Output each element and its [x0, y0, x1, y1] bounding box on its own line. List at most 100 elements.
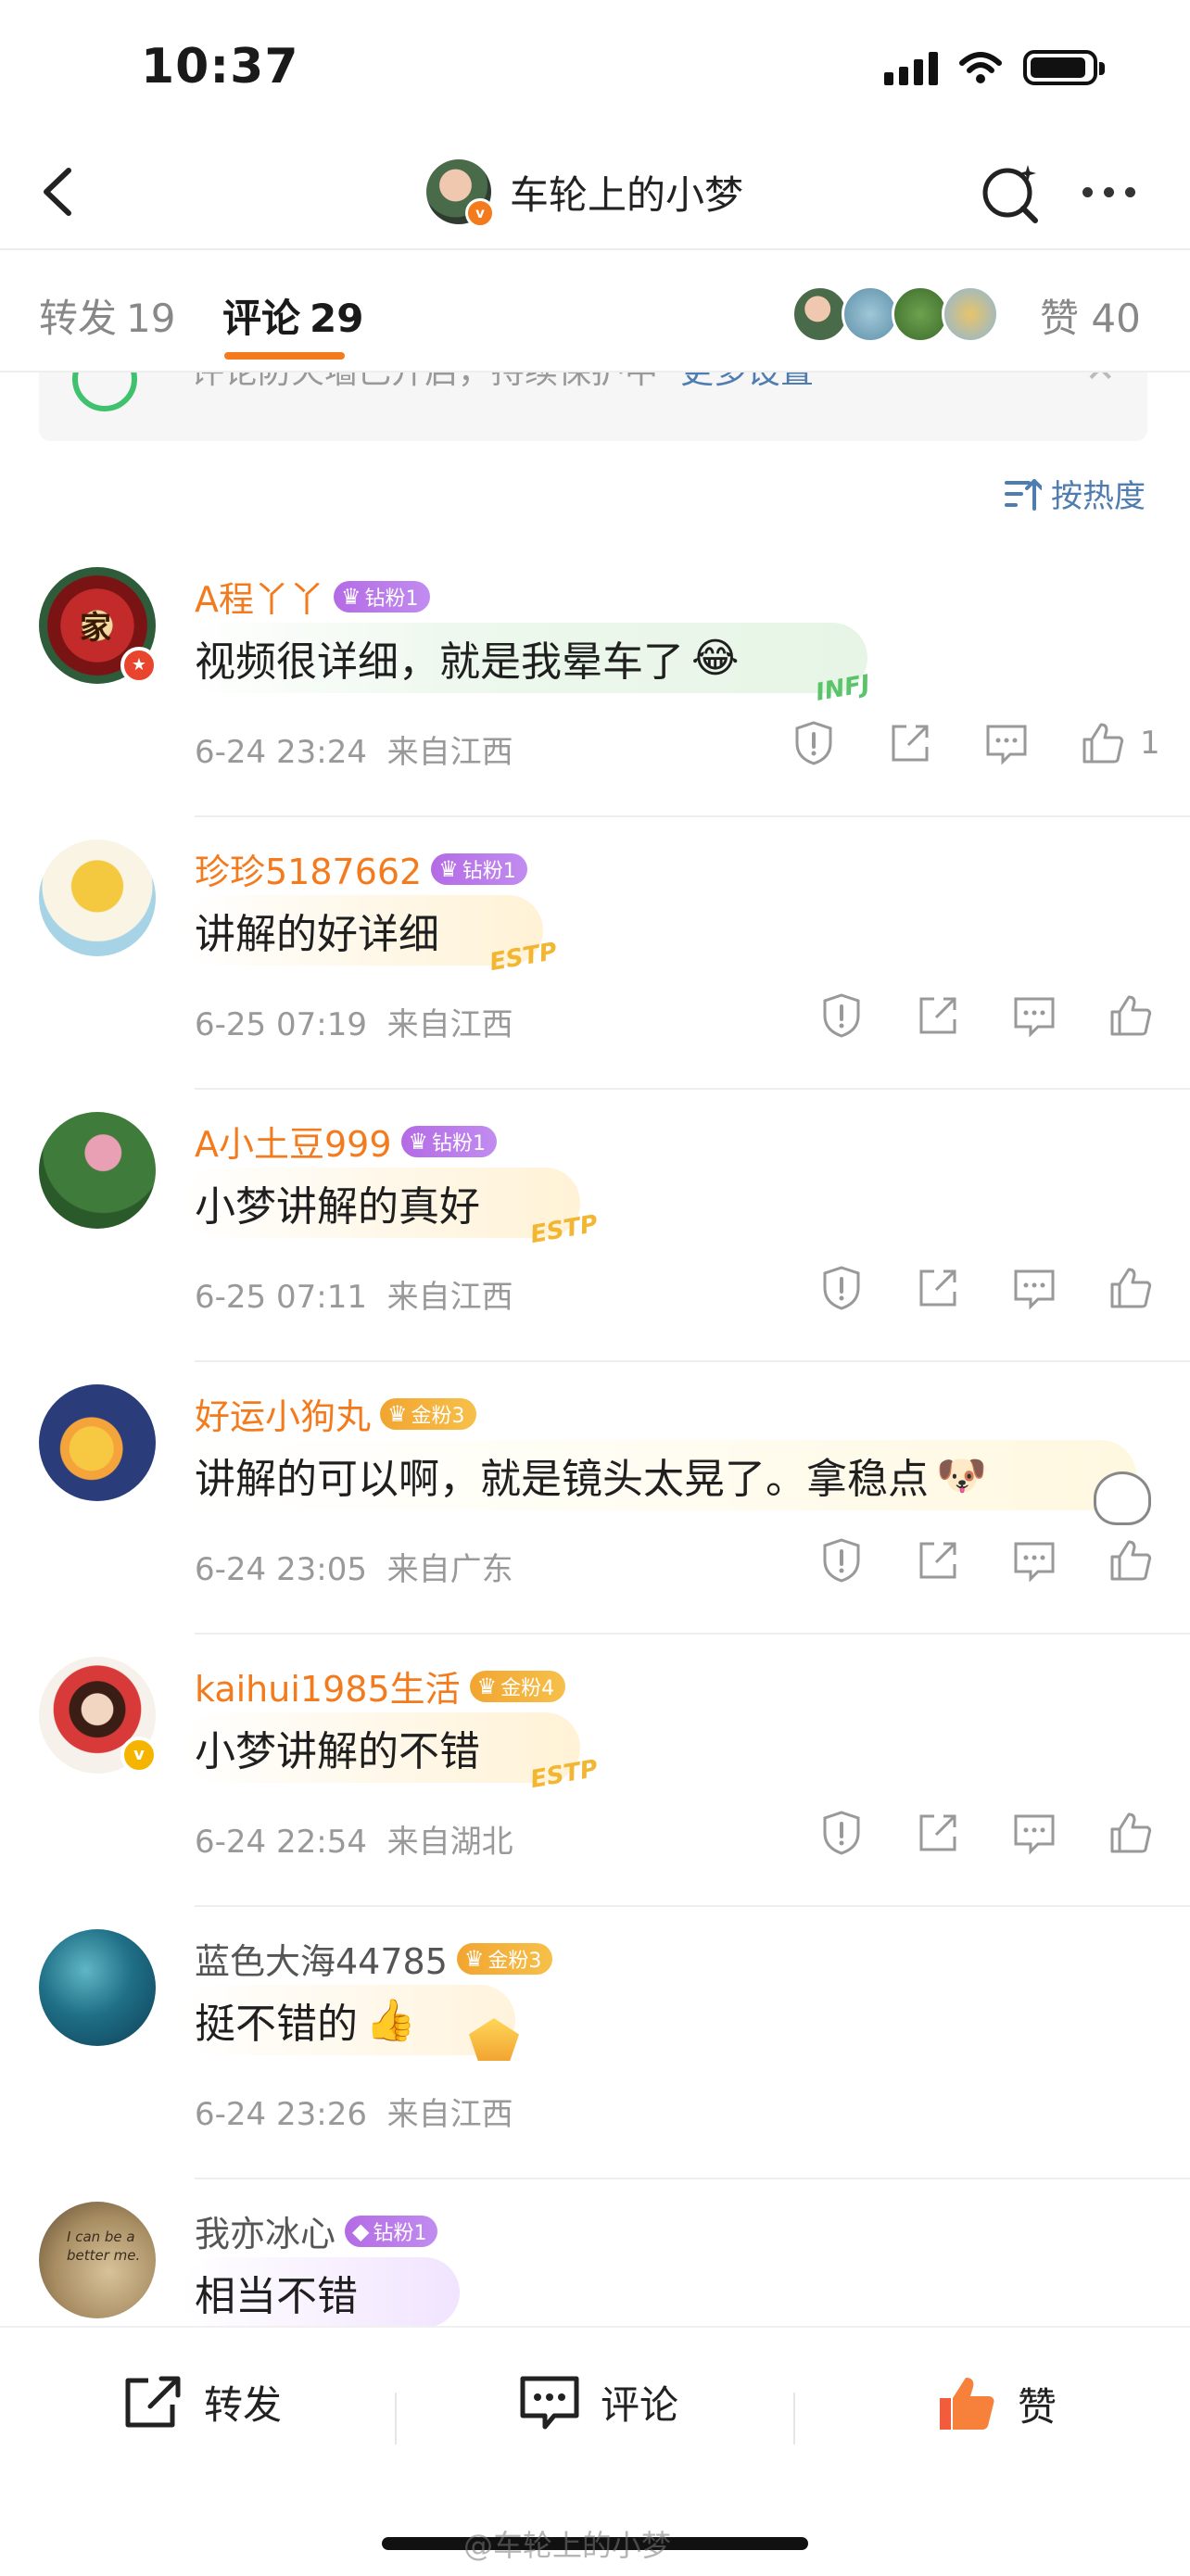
- thumbs-up-emoji-icon: 👍: [365, 1997, 416, 2044]
- tab-likes[interactable]: 赞 40: [1040, 287, 1141, 344]
- comment-username: 好运小狗丸: [195, 1396, 372, 1437]
- repost-button[interactable]: 转发: [122, 2374, 282, 2431]
- comment-text-row: 挺不错的 👍: [195, 1990, 416, 2050]
- reply-icon[interactable]: [982, 719, 1031, 767]
- search-icon[interactable]: [978, 159, 1044, 226]
- avatar[interactable]: I can be a better me.: [39, 2202, 156, 2318]
- comment-time: 6-24 23:05: [195, 1551, 367, 1588]
- like-button[interactable]: 赞: [936, 2374, 1057, 2433]
- comment-user[interactable]: kaihui1985生活 ♛ 金粉4: [195, 1661, 566, 1711]
- avatar[interactable]: 家 ★: [39, 567, 158, 684]
- like-icon[interactable]: [1107, 991, 1155, 1040]
- report-icon[interactable]: [817, 1264, 866, 1312]
- comment-location: 来自江西: [386, 1006, 513, 1043]
- comment-actions: 1: [790, 719, 1160, 767]
- fan-badge: ♛ 钻粉1: [431, 852, 527, 885]
- comment-username: A小土豆999: [195, 1124, 392, 1165]
- back-chevron-icon[interactable]: [28, 159, 93, 224]
- verified-badge-icon: v: [120, 1736, 158, 1774]
- notice-settings-link[interactable]: 更多设置: [680, 373, 814, 391]
- avatar[interactable]: [39, 1929, 156, 2046]
- comment-user[interactable]: A小土豆999 ♛ 钻粉1: [195, 1116, 498, 1167]
- fan-badge-label: 金粉3: [487, 1949, 542, 1973]
- reply-icon[interactable]: [1010, 1809, 1058, 1857]
- comment-button[interactable]: 评论: [519, 2374, 678, 2431]
- avatar-badge-icon: ★: [120, 647, 158, 684]
- toolbar-divider: [793, 2393, 795, 2444]
- report-icon[interactable]: [817, 991, 866, 1040]
- crown-icon: ♛: [438, 855, 459, 882]
- comment-username: kaihui1985生活: [195, 1669, 461, 1710]
- comment-meta: 6-25 07:11 来自江西: [195, 1271, 513, 1317]
- like-icon[interactable]: [1079, 719, 1127, 767]
- comment-item: 好运小狗丸 ♛ 金粉3 讲解的可以啊，就是镜头太晃了。拿稳点 🐶 6-24 23:…: [0, 1362, 1190, 1635]
- repost-label: 转发: [204, 2382, 283, 2428]
- tab-bar: 转发 19 评论 29 赞 40: [0, 250, 1190, 373]
- comment-meta: 6-24 23:26 来自江西: [195, 2089, 513, 2134]
- reply-icon[interactable]: [1010, 1536, 1058, 1585]
- battery-icon: [1023, 50, 1105, 85]
- report-icon[interactable]: [817, 1809, 866, 1857]
- comment-text: 相当不错: [195, 2273, 358, 2320]
- share-icon[interactable]: [914, 1809, 962, 1857]
- share-icon[interactable]: [914, 1536, 962, 1585]
- sort-button[interactable]: 按热度: [1005, 471, 1146, 516]
- avatar[interactable]: v: [39, 1657, 158, 1774]
- liked-thumb-icon: [940, 2378, 994, 2430]
- battery-fill: [1031, 57, 1085, 78]
- report-icon[interactable]: [790, 719, 838, 767]
- comment-meta: 6-24 22:54 来自湖北: [195, 1816, 513, 1862]
- avatar[interactable]: [39, 1112, 156, 1229]
- comment-username: A程丫丫: [195, 579, 324, 620]
- wifi-icon: [959, 52, 1002, 83]
- tab-reposts[interactable]: 转发 19: [39, 287, 175, 344]
- fan-badge: ◆ 钻粉1: [345, 2215, 438, 2247]
- comment-user[interactable]: 我亦冰心 ◆ 钻粉1: [195, 2205, 438, 2256]
- tab-likes-count: 40: [1091, 296, 1141, 341]
- like-icon[interactable]: [1107, 1264, 1155, 1312]
- tab-likes-label: 赞: [1040, 296, 1080, 341]
- repost-icon: [125, 2376, 181, 2427]
- close-icon[interactable]: ✕: [1084, 373, 1116, 391]
- status-time: 10:37: [141, 39, 299, 95]
- status-bar: 10:37: [0, 0, 1190, 139]
- comment-location: 来自湖北: [386, 1824, 513, 1861]
- comment-text: 视频很详细，就是我晕车了: [195, 638, 684, 686]
- sort-icon: [1005, 478, 1042, 511]
- nav-avatar[interactable]: v: [426, 159, 495, 228]
- laughing-emoji-icon: 😂: [691, 634, 740, 682]
- watermark: @车轮上的小梦: [463, 2528, 672, 2563]
- comment-time: 6-25 07:11: [195, 1279, 367, 1316]
- tab-comments[interactable]: 评论 29: [222, 287, 363, 344]
- like-icon[interactable]: [1107, 1809, 1155, 1857]
- like-label: 赞: [1018, 2383, 1057, 2430]
- comment-text-row: 小梦讲解的真好: [195, 1173, 480, 1232]
- comment-time: 6-25 07:19: [195, 1006, 367, 1043]
- nav-title: 车轮上的小梦: [510, 171, 744, 218]
- reply-icon[interactable]: [1010, 991, 1058, 1040]
- nav-user[interactable]: v 车轮上的小梦: [426, 159, 744, 228]
- fan-badge-label: 钻粉1: [364, 587, 419, 611]
- reply-icon[interactable]: [1010, 1264, 1058, 1312]
- doge-emoji-icon: 🐶: [936, 1452, 987, 1499]
- tab-reposts-count: 19: [126, 296, 176, 341]
- share-icon[interactable]: [914, 991, 962, 1040]
- more-icon[interactable]: [1082, 187, 1135, 197]
- liker-avatars[interactable]: [791, 285, 999, 343]
- liker-avatar: [892, 285, 949, 343]
- comment-user[interactable]: 珍珍5187662 ♛ 钻粉1: [195, 843, 527, 894]
- avatar[interactable]: [39, 840, 156, 956]
- share-icon[interactable]: [914, 1264, 962, 1312]
- share-icon[interactable]: [886, 719, 934, 767]
- comment-user[interactable]: A程丫丫 ♛ 钻粉1: [195, 571, 430, 622]
- report-icon[interactable]: [817, 1536, 866, 1585]
- like-icon[interactable]: [1107, 1536, 1155, 1585]
- toolbar-divider: [395, 2393, 397, 2444]
- comment-text: 挺不错的: [195, 2001, 358, 2048]
- avatar[interactable]: [39, 1384, 156, 1501]
- notice-text: 评论防火墙已开启，持续保护中 更多设置: [191, 373, 814, 393]
- fan-badge: ♛ 金粉3: [456, 1942, 553, 1975]
- comment-text-row: 讲解的好详细: [195, 901, 439, 960]
- comment-user[interactable]: 好运小狗丸 ♛ 金粉3: [195, 1388, 476, 1439]
- comment-user[interactable]: 蓝色大海44785 ♛ 金粉3: [195, 1933, 553, 1984]
